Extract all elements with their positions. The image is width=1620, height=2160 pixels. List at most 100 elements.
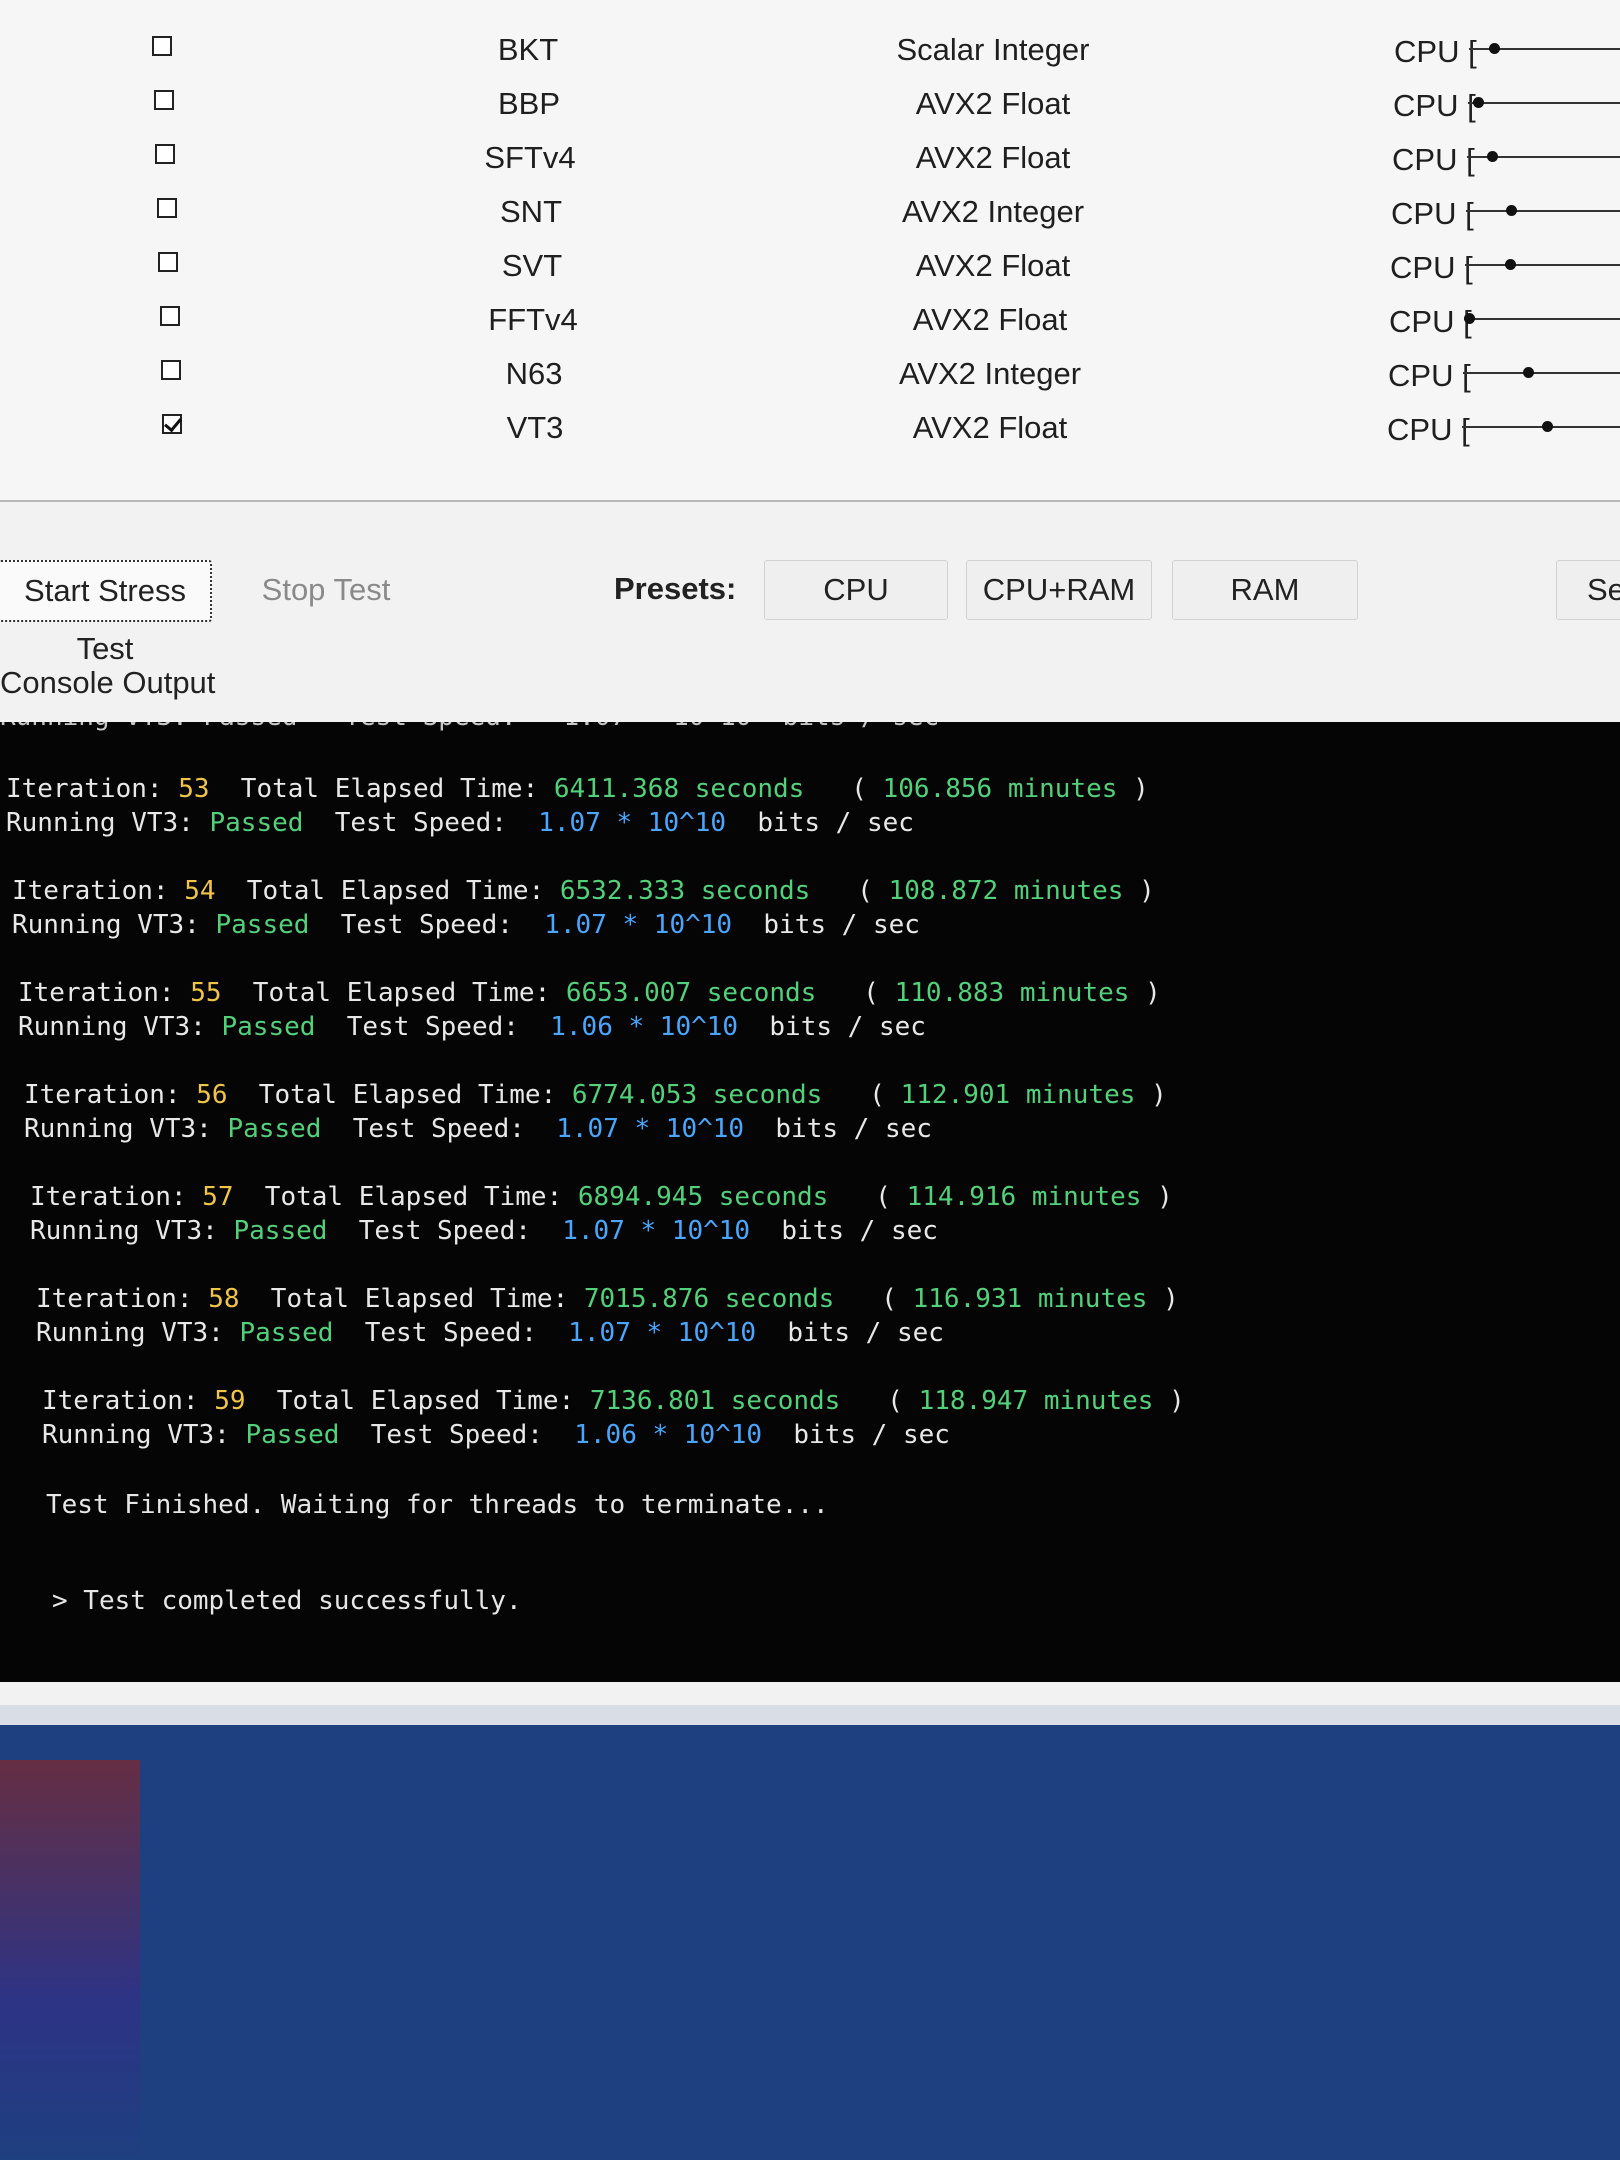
test-type: AVX2 Float bbox=[915, 140, 1071, 175]
thread-slider[interactable] bbox=[1464, 313, 1620, 324]
slider-knob[interactable] bbox=[1505, 205, 1517, 216]
slider-knob[interactable] bbox=[1472, 97, 1484, 108]
test-name: VT3 bbox=[506, 410, 564, 445]
test-device: CPU [ bbox=[1393, 88, 1476, 123]
test-type: AVX2 Float bbox=[915, 248, 1071, 283]
iteration-label: Iteration: bbox=[18, 978, 191, 1008]
test-row: FFTv4 AVX2 Float CPU [ bbox=[0, 292, 1620, 346]
test-name: SFTv4 bbox=[484, 140, 576, 175]
thread-slider[interactable] bbox=[1466, 205, 1620, 216]
test-checkbox[interactable] bbox=[157, 198, 177, 218]
console-output[interactable]: Running VT3: Passed Test Speed: 1.07 * 1… bbox=[0, 722, 1620, 1682]
test-device: CPU [ bbox=[1394, 34, 1477, 69]
passed-status: Passed bbox=[221, 1012, 316, 1042]
elapsed-label: Total Elapsed Time: bbox=[209, 774, 554, 804]
test-row: SFTv4 AVX2 Float CPU [ bbox=[0, 130, 1620, 184]
test-device: CPU [ bbox=[1388, 358, 1471, 393]
passed-status: Passed bbox=[239, 1318, 334, 1348]
thread-slider[interactable] bbox=[1465, 259, 1620, 270]
elapsed-minutes: 108.872 minutes bbox=[888, 876, 1124, 906]
running-label: Running VT3: bbox=[6, 808, 210, 838]
console-entry: Iteration: 58 Total Elapsed Time: 7015.8… bbox=[36, 1282, 1179, 1350]
window-bottom-edge bbox=[0, 1705, 1620, 1725]
paren-close: ) bbox=[1117, 774, 1149, 804]
start-stress-test-button[interactable]: Start Stress Test bbox=[0, 560, 212, 666]
app-window: BKT Scalar Integer CPU [BBP AVX2 Float CPU [… bbox=[0, 0, 1620, 1705]
iteration-label: Iteration: bbox=[6, 774, 179, 804]
paren-open: ( bbox=[804, 774, 883, 804]
preset-cpu-ram-button[interactable]: CPU+RAM bbox=[966, 560, 1152, 620]
slider-knob[interactable] bbox=[1542, 421, 1554, 432]
paren-open: ( bbox=[834, 1284, 913, 1314]
test-list: BKT Scalar Integer CPU [BBP AVX2 Float CPU [… bbox=[0, 0, 1620, 502]
console-entry: Iteration: 56 Total Elapsed Time: 6774.0… bbox=[24, 1078, 1167, 1146]
thread-slider[interactable] bbox=[1462, 421, 1620, 432]
elapsed-minutes: 116.931 minutes bbox=[912, 1284, 1148, 1314]
elapsed-seconds: 6774.053 seconds bbox=[571, 1080, 823, 1110]
iteration-number: 53 bbox=[178, 774, 210, 804]
speed-value: 1.07 * 10^10 bbox=[556, 1114, 745, 1144]
preset-ram-button[interactable]: RAM bbox=[1172, 560, 1358, 620]
speed-unit: bits / sec bbox=[744, 1114, 932, 1144]
thread-slider[interactable] bbox=[1467, 151, 1620, 162]
thread-slider[interactable] bbox=[1463, 367, 1620, 378]
test-type: AVX2 Float bbox=[915, 86, 1071, 121]
test-checkbox[interactable] bbox=[160, 306, 180, 326]
slider-knob[interactable] bbox=[1464, 313, 1475, 324]
passed-status: Passed bbox=[245, 1420, 340, 1450]
console-output-label: Console Output bbox=[0, 665, 216, 700]
iteration-number: 59 bbox=[214, 1386, 246, 1416]
running-label: Running VT3: bbox=[12, 910, 216, 940]
iteration-label: Iteration: bbox=[24, 1080, 197, 1110]
slider-knob[interactable] bbox=[1487, 151, 1499, 162]
test-checkbox[interactable] bbox=[161, 360, 181, 380]
elapsed-minutes: 106.856 minutes bbox=[882, 774, 1118, 804]
elapsed-label: Total Elapsed Time: bbox=[239, 1284, 584, 1314]
test-type: AVX2 Float bbox=[912, 410, 1068, 445]
test-row: VT3 AVX2 Float CPU [ bbox=[0, 400, 1620, 454]
test-row: SNT AVX2 Integer CPU [ bbox=[0, 184, 1620, 238]
test-type: AVX2 Integer bbox=[901, 194, 1085, 229]
preset-cpu-button[interactable]: CPU bbox=[764, 560, 948, 620]
test-checkbox[interactable] bbox=[155, 144, 175, 164]
test-checkbox[interactable] bbox=[162, 414, 182, 434]
test-type: AVX2 Float bbox=[912, 302, 1068, 337]
elapsed-label: Total Elapsed Time: bbox=[245, 1386, 590, 1416]
slider-knob[interactable] bbox=[1489, 43, 1501, 54]
slider-knob[interactable] bbox=[1523, 367, 1534, 378]
console-entry: Iteration: 59 Total Elapsed Time: 7136.8… bbox=[42, 1384, 1185, 1452]
test-row: SVT AVX2 Float CPU [ bbox=[0, 238, 1620, 292]
test-row: BKT Scalar Integer CPU [ bbox=[0, 22, 1620, 76]
speed-value: 1.07 * 10^10 bbox=[568, 1318, 757, 1348]
thread-slider[interactable] bbox=[1469, 43, 1620, 54]
desktop-background bbox=[0, 1760, 140, 2160]
test-checkbox[interactable] bbox=[158, 252, 178, 272]
speed-label: Test Speed: bbox=[339, 1420, 575, 1450]
passed-status: Passed bbox=[227, 1114, 322, 1144]
speed-label: Test Speed: bbox=[309, 910, 545, 940]
slider-knob[interactable] bbox=[1504, 259, 1516, 270]
speed-unit: bits / sec bbox=[762, 1420, 950, 1450]
elapsed-seconds: 6532.333 seconds bbox=[559, 876, 811, 906]
elapsed-minutes: 118.947 minutes bbox=[918, 1386, 1154, 1416]
elapsed-minutes: 110.883 minutes bbox=[894, 978, 1130, 1008]
speed-label: Test Speed: bbox=[303, 808, 539, 838]
test-device: CPU [ bbox=[1389, 304, 1472, 339]
thread-slider[interactable] bbox=[1468, 97, 1620, 108]
speed-unit: bits / sec bbox=[726, 808, 914, 838]
toolbar: Start Stress Test Stop Test Presets: CPU… bbox=[0, 560, 1620, 666]
test-type: AVX2 Integer bbox=[898, 356, 1082, 391]
paren-close: ) bbox=[1129, 978, 1161, 1008]
console-entry: Iteration: 57 Total Elapsed Time: 6894.9… bbox=[30, 1180, 1173, 1248]
iteration-number: 56 bbox=[196, 1080, 228, 1110]
finished-message: Test Finished. Waiting for threads to te… bbox=[46, 1490, 829, 1520]
test-name: N63 bbox=[505, 356, 563, 391]
select-button[interactable]: Se bbox=[1556, 560, 1620, 620]
running-label: Running VT3: bbox=[36, 1318, 240, 1348]
iteration-number: 57 bbox=[202, 1182, 234, 1212]
test-device: CPU [ bbox=[1387, 412, 1470, 447]
test-checkbox[interactable] bbox=[154, 90, 174, 110]
test-row: N63 AVX2 Integer CPU [ bbox=[0, 346, 1620, 400]
stop-test-button[interactable]: Stop Test bbox=[240, 560, 412, 620]
test-checkbox[interactable] bbox=[152, 36, 172, 56]
